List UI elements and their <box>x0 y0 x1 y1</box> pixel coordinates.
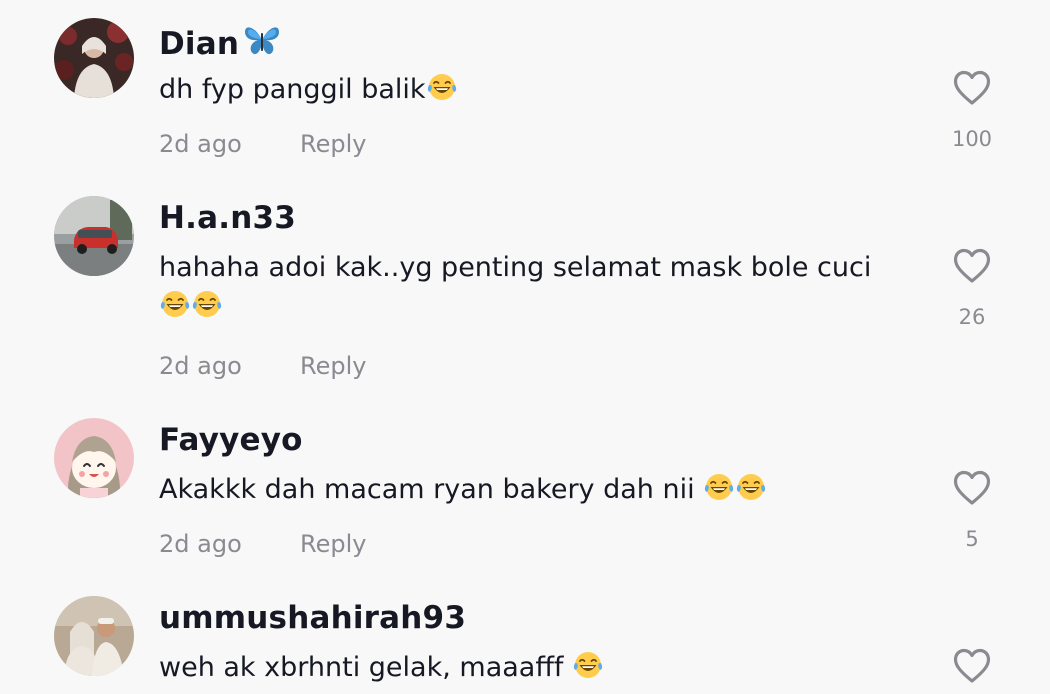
username[interactable]: H.a.n33 <box>159 203 296 234</box>
like-count: 100 <box>951 127 993 151</box>
face-with-tears-of-joy-icon <box>703 472 735 504</box>
like-button[interactable]: 5 <box>946 470 998 551</box>
reply-button[interactable]: Reply <box>300 352 366 380</box>
comment-text: dh fyp panggil balik <box>159 70 899 109</box>
face-with-tears-of-joy-icon <box>426 72 458 104</box>
timestamp: 2d ago <box>159 530 242 558</box>
like-button[interactable]: 26 <box>946 248 998 329</box>
avatar[interactable] <box>54 596 134 676</box>
face-with-tears-of-joy-icon <box>159 289 191 321</box>
avatar[interactable] <box>54 18 134 98</box>
comment-text: Akakkk dah macam ryan bakery dah nii <box>159 470 899 509</box>
face-with-tears-of-joy-icon <box>572 650 604 682</box>
like-button[interactable] <box>946 648 998 684</box>
timestamp: 2d ago <box>159 130 242 158</box>
username[interactable]: ummushahirah93 <box>159 603 466 634</box>
comment-meta: 2d ago Reply <box>159 530 366 558</box>
reply-button[interactable]: Reply <box>300 130 366 158</box>
like-count: 26 <box>958 305 986 329</box>
face-with-tears-of-joy-icon <box>735 472 767 504</box>
avatar[interactable] <box>54 418 134 498</box>
timestamp: 2d ago <box>159 352 242 380</box>
face-with-tears-of-joy-icon <box>191 289 223 321</box>
like-button[interactable]: 100 <box>946 70 998 151</box>
username[interactable]: Fayyeyo <box>159 425 303 456</box>
like-count: 5 <box>965 527 979 551</box>
butterfly-icon <box>243 24 281 56</box>
heart-icon[interactable] <box>953 470 991 506</box>
heart-icon[interactable] <box>953 648 991 684</box>
reply-button[interactable]: Reply <box>300 530 366 558</box>
heart-icon[interactable] <box>953 70 991 106</box>
username[interactable]: Dian <box>159 24 281 60</box>
comment-text: weh ak xbrhnti gelak, maaafff <box>159 648 899 687</box>
avatar[interactable] <box>54 196 134 276</box>
heart-icon[interactable] <box>953 248 991 284</box>
comment-text: hahaha adoi kak..yg penting selamat mask… <box>159 248 899 326</box>
comment-meta: 2d ago Reply <box>159 130 366 158</box>
comment-meta: 2d ago Reply <box>159 352 366 380</box>
